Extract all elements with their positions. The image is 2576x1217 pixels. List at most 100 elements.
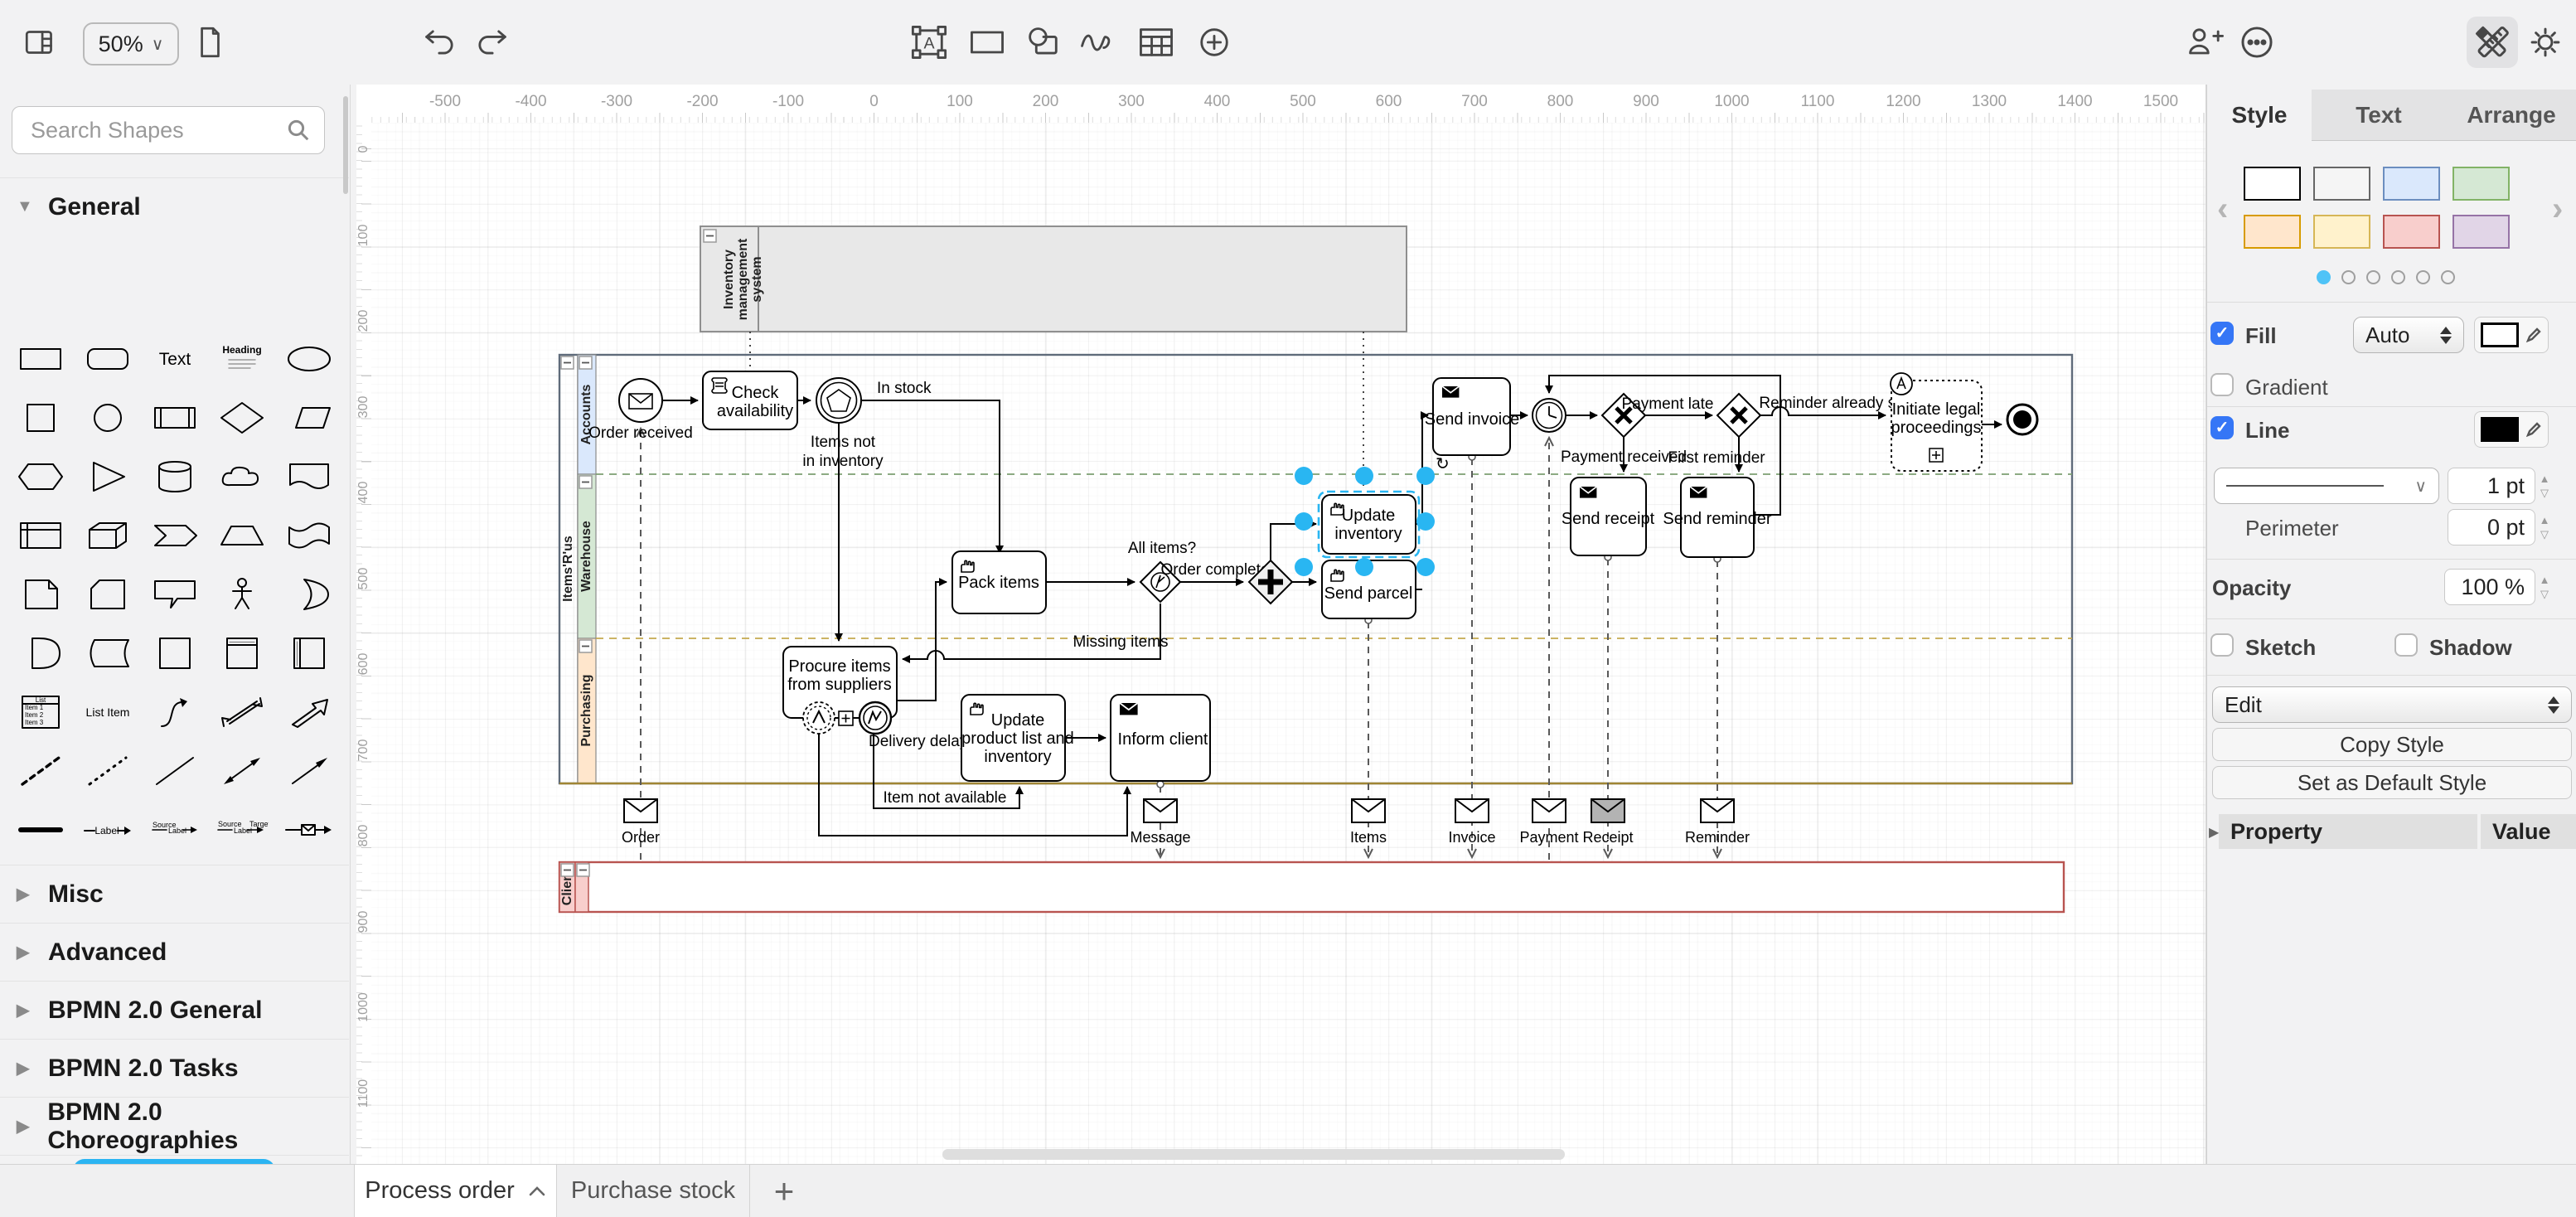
insert-more-icon[interactable] [1189,17,1240,68]
collapse-icon[interactable] [579,640,592,652]
insert-text-icon[interactable]: A [903,17,955,68]
shape-text[interactable]: Text [141,329,208,388]
shape-list[interactable]: ListItem 1Item 2Item 3 [7,682,74,741]
selection-handle[interactable] [1416,558,1435,576]
shape-square[interactable] [7,388,74,447]
selection-handle[interactable] [1416,512,1435,531]
add-page-button[interactable]: + [759,1165,809,1217]
line-checkbox[interactable]: ✓ [2210,416,2234,439]
perimeter-input[interactable]: 0 pt [2448,509,2535,545]
section-misc[interactable]: ▶Misc [0,865,349,923]
shape-diamond[interactable] [209,388,276,447]
task-check-availability[interactable]: Checkavailability [703,371,797,429]
shape-rectangle[interactable] [7,329,74,388]
style-swatch[interactable] [2244,167,2301,201]
shape-heading[interactable]: Heading [209,329,276,388]
shape-bidirectional-arrow[interactable] [209,682,276,741]
selection-handle[interactable] [1295,467,1313,485]
event-timer[interactable] [1533,399,1566,432]
line-width-input[interactable]: 1 pt [2448,468,2535,504]
tab-arrange[interactable]: Arrange [2446,90,2576,141]
swatch-next-icon[interactable]: › [2552,191,2563,228]
shape-callout[interactable] [141,565,208,623]
selection-handle[interactable] [1355,467,1373,485]
opacity-input[interactable]: 100 % [2444,569,2535,605]
zoom-select[interactable]: 50%∨ [83,22,179,65]
shape-link[interactable] [7,800,74,859]
drawing-area[interactable]: Inventorymanagementsystem Items'R'us [371,123,2206,1165]
shape-data-storage[interactable] [74,623,141,682]
swatch-prev-icon[interactable]: ‹ [2217,191,2228,228]
swatch-page-dot[interactable] [2416,270,2430,284]
rotate-handle-icon[interactable]: ↻ [1436,455,1450,473]
shape-cube[interactable] [74,506,141,565]
insert-table-icon[interactable] [1131,17,1182,68]
pool-inventory-management-system[interactable]: Inventorymanagementsystem [700,226,1407,332]
page-tab-process-order[interactable]: Process order [354,1165,557,1217]
shape-dotted-line[interactable] [74,741,141,800]
shape-dashed-line[interactable] [7,741,74,800]
share-icon[interactable] [2180,17,2231,68]
line-color-button[interactable] [2474,411,2549,448]
message-envelopes[interactable]: Order Message Items Invoice Payment Rece… [622,799,1750,846]
style-swatch[interactable] [2313,215,2370,249]
shape-circle[interactable] [74,388,141,447]
shape-vertical-container[interactable] [209,623,276,682]
section-advanced[interactable]: ▶Advanced [0,923,349,981]
task-procure-items[interactable]: Procure itemsfrom suppliers [783,647,897,734]
shape-envelope-connector[interactable] [276,800,343,859]
shape-card[interactable] [74,565,141,623]
shape-arrow-source-label-target[interactable]: SourceLabelTarget [209,800,276,859]
task-update-product-list[interactable]: Updateproduct list andinventory [961,695,1074,781]
shape-bidirectional-connector[interactable] [209,741,276,800]
horizontal-scrollbar[interactable] [942,1149,1565,1160]
sidebar-scrollbar[interactable] [343,96,348,194]
shape-curve[interactable] [141,682,208,741]
task-send-invoice[interactable]: Send invoice [1425,378,1520,455]
message-flows[interactable] [641,429,1721,860]
swatch-page-dot[interactable] [2441,270,2455,284]
insert-rectangle-icon[interactable] [961,17,1013,68]
shape-hexagon[interactable] [7,447,74,506]
edit-select[interactable]: Edit [2212,686,2572,723]
swatch-page-dot[interactable] [2341,270,2356,284]
swatch-page-dot[interactable] [2391,270,2405,284]
shape-and[interactable] [7,623,74,682]
line-width-stepper[interactable]: ▲▽ [2535,468,2554,504]
shape-parallelogram[interactable] [276,388,343,447]
shape-rounded-rectangle[interactable] [74,329,141,388]
tab-text[interactable]: Text [2312,90,2446,141]
shape-arrow[interactable] [276,682,343,741]
section-general[interactable]: ▼General [0,177,349,235]
line-style-select[interactable]: ∨ [2214,468,2439,504]
gradient-checkbox[interactable] [2210,373,2234,396]
selection-handle[interactable] [1355,558,1373,576]
start-event-order-received[interactable]: Order received [588,379,693,442]
task-send-receipt[interactable]: Send receipt [1562,478,1655,555]
event-conditional[interactable] [816,378,861,423]
chevron-right-icon[interactable]: ▶ [2209,824,2219,841]
page-tab-purchase-stock[interactable]: Purchase stock [557,1165,750,1217]
set-default-style-button[interactable]: Set as Default Style [2212,766,2572,799]
swatch-page-dot[interactable] [2317,270,2331,284]
shape-internal-storage[interactable] [7,506,74,565]
selection-handle[interactable] [1295,512,1313,531]
pool-client[interactable]: Client [559,862,2064,912]
selection-handle[interactable] [1295,558,1313,576]
end-event-terminate[interactable] [2007,405,2037,434]
section-bpmn-tasks[interactable]: ▶BPMN 2.0 Tasks [0,1039,349,1097]
canvas[interactable]: -500-400-300-200-10001002003004005006007… [356,85,2206,1165]
style-swatch[interactable] [2383,167,2440,201]
shape-container[interactable] [141,623,208,682]
section-bpmn-choreographies[interactable]: ▶BPMN 2.0 Choreographies [0,1097,349,1155]
search-shapes-box[interactable] [12,106,325,154]
collapse-icon[interactable] [704,230,716,242]
style-swatch[interactable] [2383,215,2440,249]
style-swatch[interactable] [2244,215,2301,249]
shape-cylinder[interactable] [141,447,208,506]
fill-mode-select[interactable]: Auto [2353,317,2464,353]
task-pack-items[interactable]: Pack items [952,551,1046,613]
shape-or[interactable] [276,565,343,623]
more-options-icon[interactable] [2231,17,2283,68]
shape-ellipse[interactable] [276,329,343,388]
